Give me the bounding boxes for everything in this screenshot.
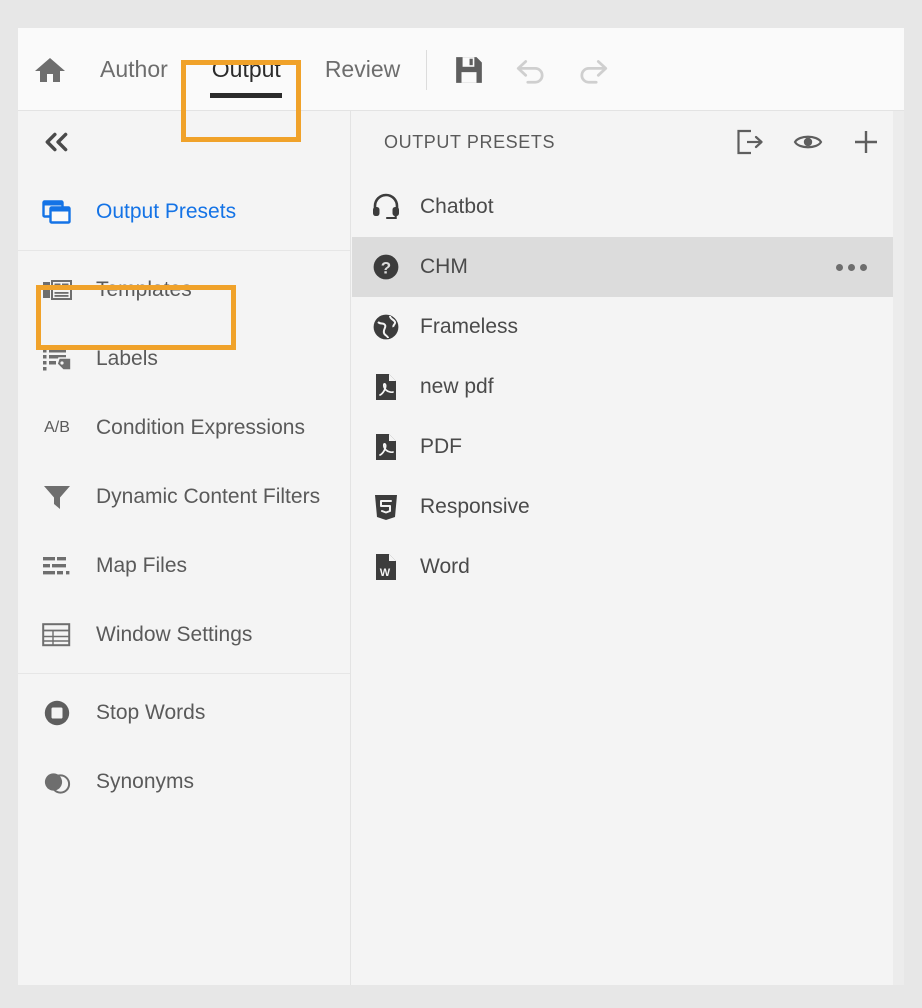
preset-row-chatbot[interactable]: Chatbot	[352, 177, 893, 237]
home-icon[interactable]	[34, 56, 66, 84]
dot	[860, 263, 867, 271]
preset-label-responsive: Responsive	[420, 495, 530, 518]
plus-add-icon	[855, 131, 877, 153]
output-presets-panel: OUTPUT PRESETS Chatbot ? CHM Frameless n…	[352, 111, 904, 985]
sidebar-item-map-files-label: Map Files	[96, 553, 188, 577]
sidebar-item-map-files[interactable]: Map Files	[18, 531, 350, 600]
sidebar-group-words: Stop Words Synonyms	[18, 674, 350, 820]
preset-label-word: Word	[420, 555, 470, 578]
pdf-file-icon	[370, 372, 402, 402]
tab-author[interactable]: Author	[78, 28, 190, 111]
overlapping-circles-icon	[40, 767, 74, 797]
preset-row-responsive[interactable]: Responsive	[352, 477, 893, 537]
tab-review[interactable]: Review	[303, 28, 422, 111]
double-chevron-left-icon	[45, 132, 68, 152]
sidebar-item-condition-expressions[interactable]: A/B Condition Expressions	[18, 393, 350, 462]
top-toolbar	[450, 28, 612, 111]
sidebar-item-output-presets[interactable]: Output Presets	[18, 177, 350, 246]
collapse-sidebar-button[interactable]	[40, 127, 74, 157]
ab-icon: A/B	[40, 413, 74, 443]
preset-label-chatbot: Chatbot	[420, 195, 494, 218]
application-window: Author Output Review Output Presets Temp…	[18, 28, 904, 985]
add-preset-button[interactable]	[850, 126, 882, 158]
preset-row-menu-button[interactable]	[836, 263, 867, 271]
headset-icon	[370, 192, 402, 222]
funnel-icon	[40, 482, 74, 512]
generate-output-icon	[737, 129, 763, 155]
save-icon	[456, 56, 482, 83]
question-mark-icon: ?	[370, 252, 402, 282]
undo-button[interactable]	[512, 51, 550, 89]
sidebar-item-condition-expressions-label: Condition Expressions	[96, 415, 305, 439]
sidebar-group-primary: Output Presets	[18, 173, 350, 251]
panel-actions	[734, 126, 882, 158]
panel-title: OUTPUT PRESETS	[384, 131, 556, 152]
sidebar-item-synonyms-label: Synonyms	[96, 769, 195, 793]
panel-header: OUTPUT PRESETS	[352, 111, 904, 173]
left-sidebar: Output Presets Templates Labels A/B Cond…	[18, 111, 351, 985]
preset-label-chm: CHM	[420, 255, 468, 278]
preset-label-new-pdf: new pdf	[420, 375, 494, 398]
tab-output-label: Output	[211, 56, 281, 82]
preset-list: Chatbot ? CHM Frameless new pdf PDF Resp…	[352, 173, 904, 597]
preset-row-new-pdf[interactable]: new pdf	[352, 357, 893, 417]
stop-square-icon	[40, 698, 74, 728]
sidebar-item-labels[interactable]: Labels	[18, 324, 350, 393]
preset-label-pdf: PDF	[420, 435, 462, 458]
table-grid-icon	[40, 620, 74, 650]
word-file-icon: W	[370, 552, 402, 582]
panel-scrollbar[interactable]	[893, 111, 904, 985]
save-button[interactable]	[450, 51, 488, 89]
dot	[848, 263, 855, 271]
map-files-icon	[40, 551, 74, 581]
sidebar-item-templates[interactable]: Templates	[18, 255, 350, 324]
ab-icon-text: A/B	[44, 418, 70, 436]
html5-shield-icon	[370, 492, 402, 522]
redo-button[interactable]	[574, 51, 612, 89]
sidebar-collapse-row	[18, 111, 350, 173]
top-bar: Author Output Review	[18, 28, 904, 111]
sidebar-item-labels-label: Labels	[96, 346, 158, 370]
preset-row-word[interactable]: W Word	[352, 537, 893, 597]
sidebar-item-window-settings-label: Window Settings	[96, 622, 253, 646]
dot	[836, 263, 843, 271]
tab-author-label: Author	[100, 56, 168, 82]
sidebar-item-templates-label: Templates	[96, 277, 192, 301]
sidebar-group-content: Templates Labels A/B Condition Expressio…	[18, 251, 350, 674]
sidebar-item-output-presets-label: Output Presets	[96, 199, 237, 223]
svg-text:?: ?	[381, 259, 391, 278]
redo-icon	[580, 59, 608, 84]
preview-button[interactable]	[792, 126, 824, 158]
tab-output[interactable]: Output	[190, 28, 303, 111]
pdf-file-icon	[370, 432, 402, 462]
sidebar-item-dynamic-content-filters-label: Dynamic Content Filters	[96, 484, 321, 508]
templates-icon	[40, 275, 74, 305]
eye-preview-icon	[793, 135, 823, 149]
preset-row-chm[interactable]: ? CHM	[352, 237, 893, 297]
main-tabs: Author Output Review	[78, 28, 422, 111]
svg-text:W: W	[380, 567, 391, 579]
generate-output-button[interactable]	[734, 126, 766, 158]
preset-row-pdf[interactable]: PDF	[352, 417, 893, 477]
labels-tag-icon	[40, 344, 74, 374]
tab-review-label: Review	[324, 56, 401, 82]
undo-icon	[516, 59, 544, 84]
stacked-windows-icon	[40, 197, 74, 227]
sidebar-item-stop-words[interactable]: Stop Words	[18, 678, 350, 747]
globe-icon	[370, 312, 402, 342]
sidebar-item-synonyms[interactable]: Synonyms	[18, 747, 350, 816]
preset-label-frameless: Frameless	[420, 315, 519, 338]
sidebar-item-window-settings[interactable]: Window Settings	[18, 600, 350, 669]
sidebar-item-stop-words-label: Stop Words	[96, 700, 206, 724]
preset-row-frameless[interactable]: Frameless	[352, 297, 893, 357]
sidebar-item-dynamic-content-filters[interactable]: Dynamic Content Filters	[18, 462, 350, 531]
toolbar-divider	[426, 50, 427, 90]
